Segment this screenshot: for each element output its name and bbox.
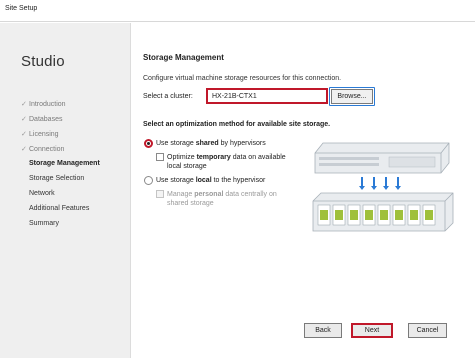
nav-step-introduction: ✓ Introduction [21,101,66,108]
cluster-field[interactable]: HX-21B-CTX1 [206,88,328,104]
nav-step-additional-features: Additional Features [29,205,90,212]
check-icon: ✓ [21,101,27,108]
manage-personal-label: Manage personal data centrally on shared… [167,191,277,207]
radio-shared-storage-label[interactable]: Use storage shared by hypervisors [156,140,266,147]
cluster-label: Select a cluster: [143,93,193,100]
nav-step-storage-selection: Storage Selection [29,175,85,182]
back-button[interactable]: Back [304,323,342,338]
wizard-nav: Studio ✓ Introduction ✓ Databases ✓ Licensi… [0,23,131,358]
server-unit-icon [314,142,450,174]
manage-personal-checkbox[interactable] [156,190,164,198]
title-bar: Site Setup [0,0,475,22]
nav-step-connection: ✓ Connection [21,146,65,153]
check-icon: ✓ [21,116,27,123]
page-description: Configure virtual machine storage resour… [143,75,342,82]
shared-storage-servers-illustration [312,142,454,232]
page-title: Storage Management [143,53,224,62]
nav-step-summary: Summary [29,220,59,227]
nav-step-databases: ✓ Databases [21,116,63,123]
connection-arrows-icon [359,177,401,190]
browse-button[interactable]: Browse... [331,89,373,104]
nav-step-network: Network [29,190,55,197]
check-icon: ✓ [21,146,27,153]
window-title: Site Setup [5,5,38,12]
next-button[interactable]: Next [351,323,393,338]
optimize-temporary-label[interactable]: Optimize temporary data on available loc… [167,153,286,171]
main-panel: Storage Management Configure virtual mac… [132,23,475,358]
cancel-button[interactable]: Cancel [408,323,447,338]
optimize-temporary-checkbox[interactable] [156,153,164,161]
optimization-heading: Select an optimization method for availa… [143,121,331,128]
radio-local-storage[interactable] [144,176,153,185]
radio-shared-storage[interactable] [144,139,153,148]
studio-brand: Studio [21,53,65,70]
radio-local-storage-label[interactable]: Use storage local to the hypervisor [156,177,265,184]
nav-step-licensing: ✓ Licensing [21,131,59,138]
storage-array-icon [312,192,454,232]
check-icon: ✓ [21,131,27,138]
nav-step-storage-management: Storage Management [29,160,100,167]
